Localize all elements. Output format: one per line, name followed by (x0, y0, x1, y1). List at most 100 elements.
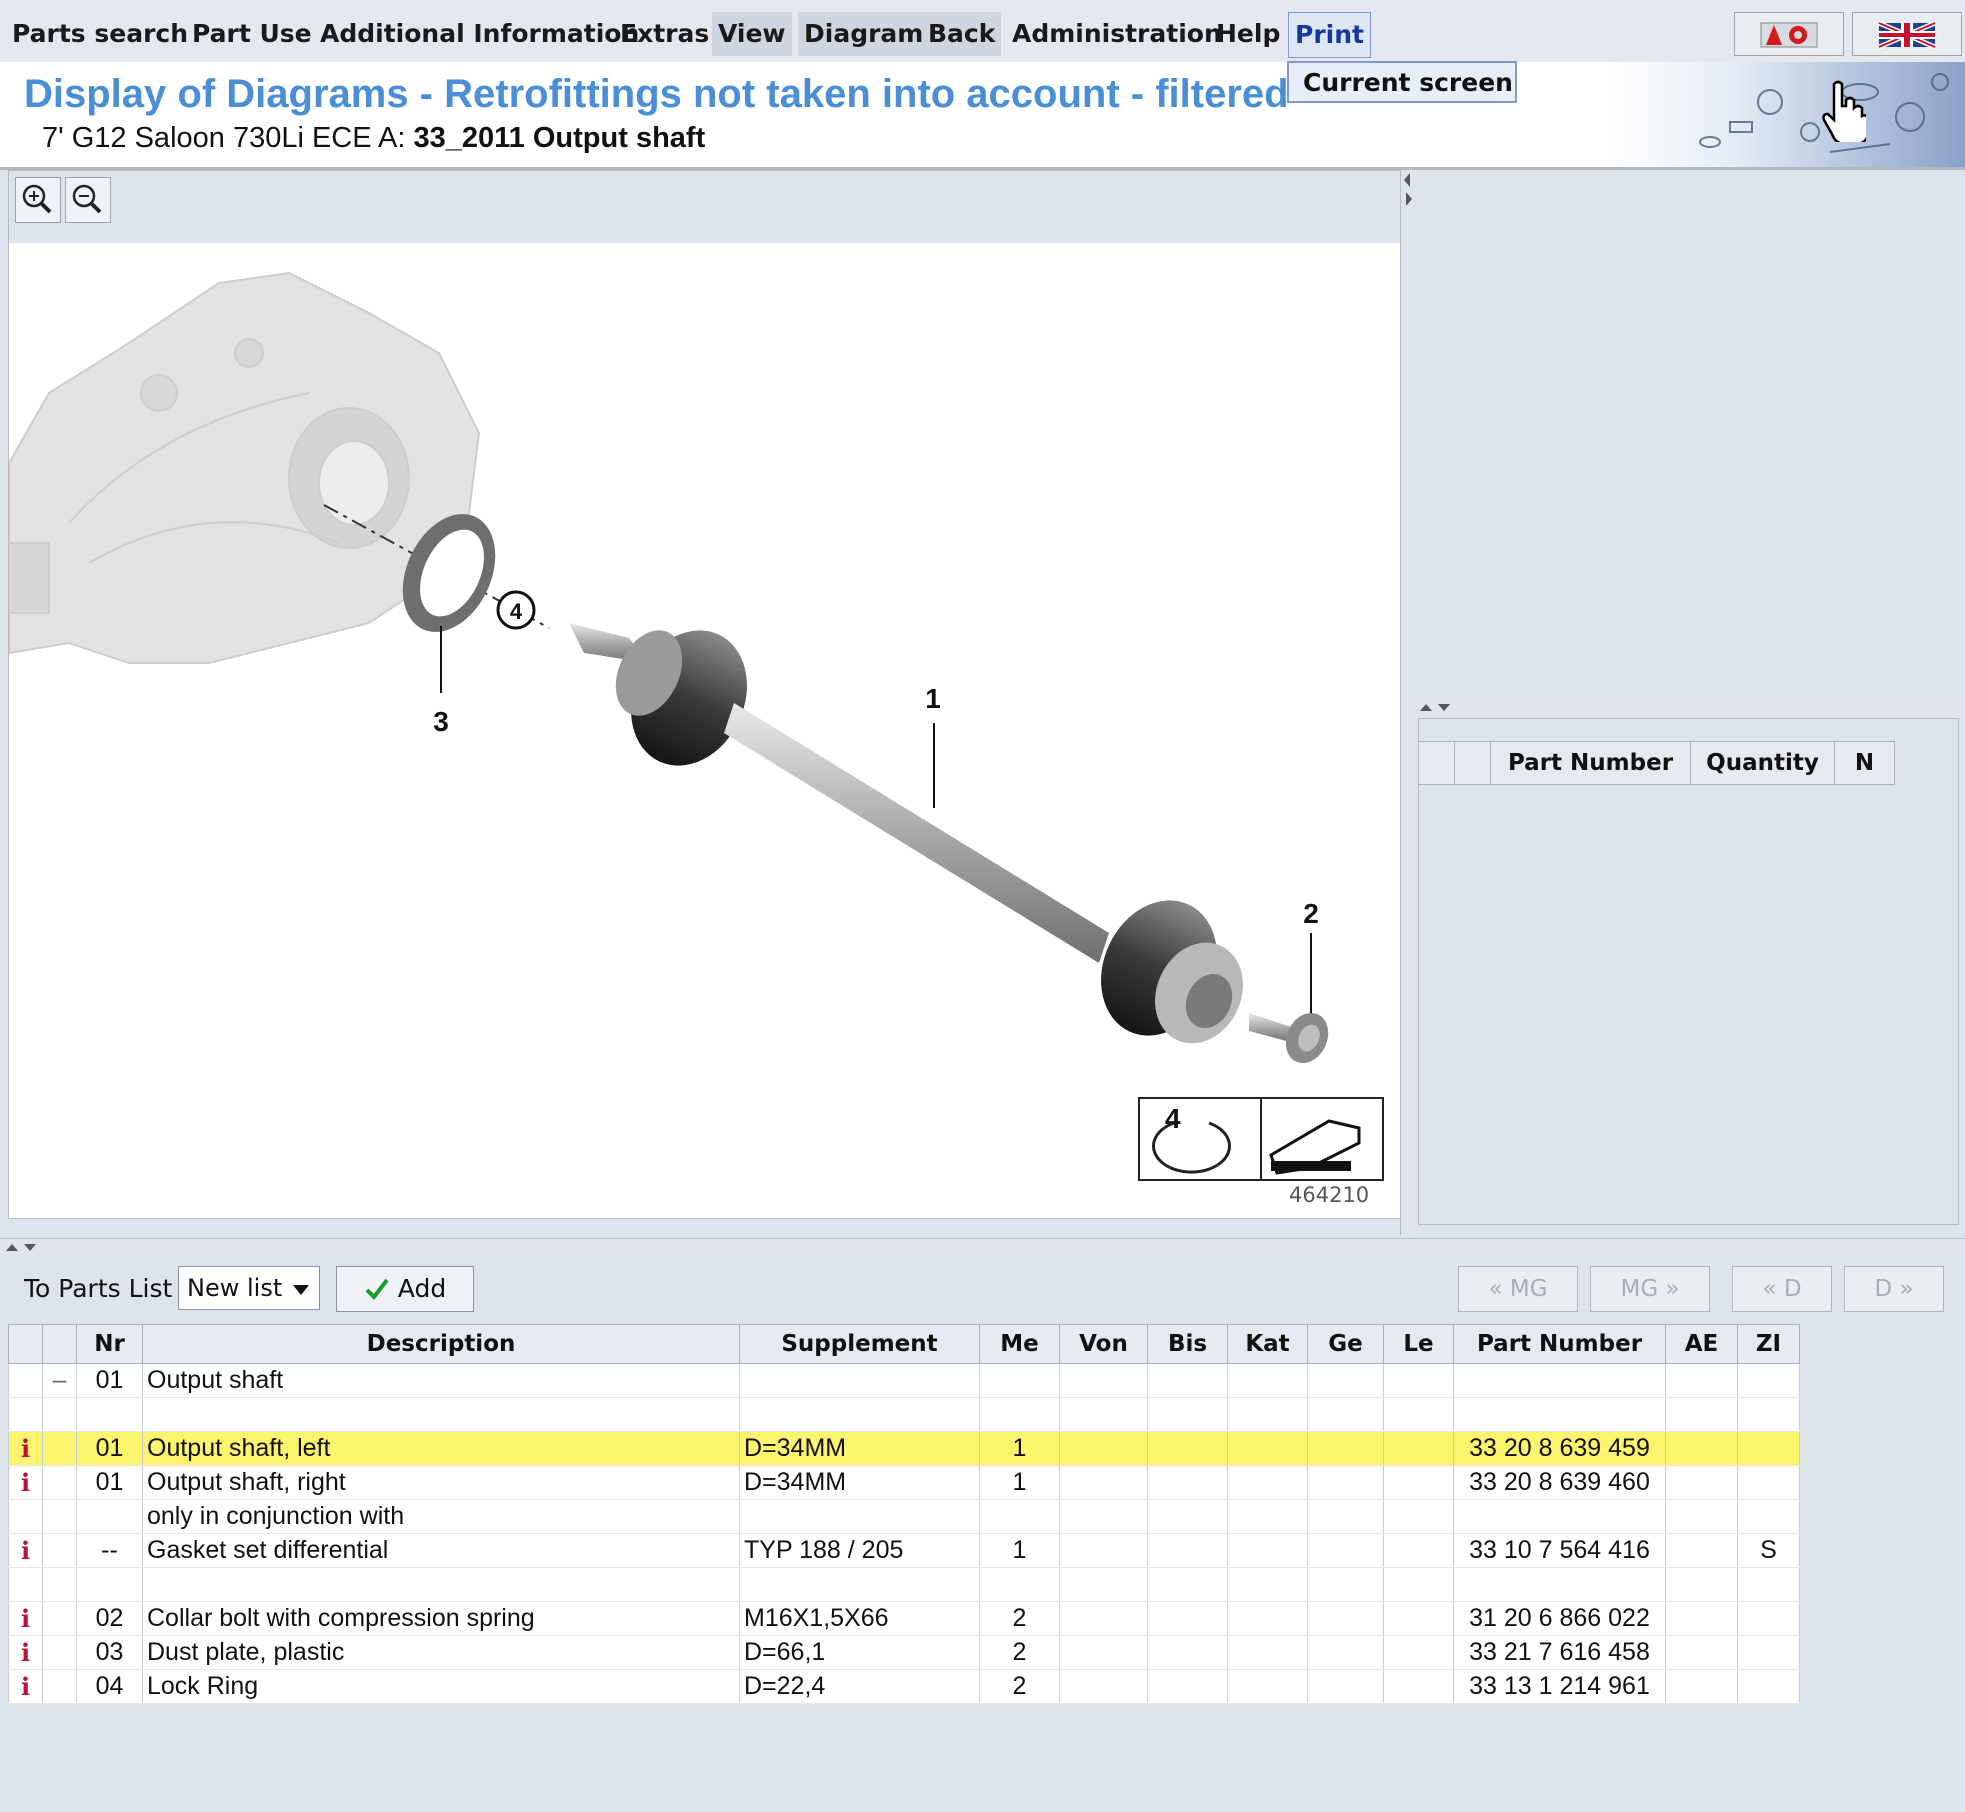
von-cell (1059, 1431, 1148, 1466)
table-row[interactable]: –01 Output shaft (8, 1363, 1800, 1398)
info-cell: i (8, 1635, 43, 1670)
menu-additional-information[interactable]: Additional Information (314, 12, 645, 56)
part-number-cell (1453, 1499, 1666, 1534)
menu-print[interactable]: Print (1288, 12, 1371, 58)
zoom-out-button[interactable] (65, 177, 111, 223)
von-cell (1059, 1635, 1148, 1670)
collar-bolt-part[interactable] (1249, 1006, 1336, 1070)
menu-part-use[interactable]: Part Use (186, 12, 318, 56)
table-row[interactable]: i 03 Dust plate, plastic D=66,1 2 33 21 7 616… (8, 1635, 1800, 1670)
lock-ring-marker-label: 4 (510, 599, 523, 624)
right-splitter[interactable] (1414, 700, 1965, 718)
kat-cell (1227, 1635, 1308, 1670)
info-icon[interactable]: i (21, 1434, 30, 1463)
col-info (8, 1324, 43, 1364)
part-number-cell: 33 20 8 639 459 (1453, 1431, 1666, 1466)
ae-cell (1665, 1397, 1738, 1432)
col-quantity[interactable]: Quantity (1691, 742, 1835, 784)
table-row[interactable]: i 01 Output shaft, left D=34MM 1 33 20 8 639 … (8, 1431, 1800, 1466)
kat-cell (1227, 1465, 1308, 1500)
info-icon[interactable]: i (21, 1468, 30, 1497)
col-supplement[interactable]: Supplement (739, 1324, 980, 1364)
bis-cell (1147, 1397, 1228, 1432)
col-part-number[interactable]: Part Number (1491, 742, 1691, 784)
language-flag-button[interactable] (1852, 12, 1962, 56)
zoom-in-button[interactable] (15, 177, 61, 223)
table-row[interactable]: i -- Gasket set differential TYP 188 / 205 1… (8, 1533, 1800, 1568)
part-number-cell: 33 10 7 564 416 (1453, 1533, 1666, 1568)
hand-cursor-icon (1822, 80, 1866, 142)
ge-cell (1307, 1465, 1384, 1500)
col-ge[interactable]: Ge (1307, 1324, 1384, 1364)
col-kat[interactable]: Kat (1227, 1324, 1308, 1364)
menu-help[interactable]: Help (1210, 12, 1286, 56)
supplement-cell (739, 1499, 980, 1534)
menu-back[interactable]: Back (922, 12, 1002, 56)
description-cell: Output shaft, right (142, 1465, 740, 1500)
prev-main-group-button[interactable]: « MG (1458, 1266, 1578, 1312)
part-number-cell: 31 20 6 866 022 (1453, 1601, 1666, 1636)
le-cell (1383, 1465, 1454, 1500)
prev-diagram-button[interactable]: « D (1732, 1266, 1832, 1312)
menu-administration[interactable]: Administration (1006, 12, 1228, 56)
adm-flag-button[interactable] (1734, 12, 1844, 56)
info-icon[interactable]: i (21, 1672, 30, 1701)
table-row[interactable]: i 01 Output shaft, right D=34MM 1 33 20 8 639… (8, 1465, 1800, 1500)
col-von[interactable]: Von (1059, 1324, 1148, 1364)
info-icon[interactable]: i (21, 1604, 30, 1633)
print-dropdown-current-screen[interactable]: Current screen (1287, 61, 1517, 103)
menu-extras[interactable]: Extras (614, 12, 715, 56)
col-le[interactable]: Le (1383, 1324, 1454, 1364)
page-title: Display of Diagrams - Retrofittings not … (24, 72, 1289, 116)
next-diagram-button[interactable]: D » (1844, 1266, 1944, 1312)
col-n[interactable]: N (1835, 742, 1895, 784)
chevron-down-icon (293, 1285, 309, 1295)
menu-view[interactable]: View (712, 12, 792, 56)
me-cell: 2 (979, 1601, 1060, 1636)
col-blank-2 (1455, 742, 1491, 784)
table-row[interactable] (8, 1567, 1800, 1602)
col-description[interactable]: Description (142, 1324, 740, 1364)
supplement-cell (739, 1567, 980, 1602)
col-blank-1 (1419, 742, 1455, 784)
horizontal-splitter[interactable] (0, 1238, 1965, 1255)
collapse-toggle[interactable]: – (42, 1363, 77, 1398)
add-button[interactable]: Add (336, 1266, 474, 1312)
col-part-number[interactable]: Part Number (1453, 1324, 1666, 1364)
expand-cell (42, 1533, 77, 1568)
next-main-group-button[interactable]: MG » (1590, 1266, 1710, 1312)
col-nr[interactable]: Nr (76, 1324, 143, 1364)
table-row[interactable] (8, 1397, 1800, 1432)
bis-cell (1147, 1601, 1228, 1636)
callout-2[interactable]: 2 (1303, 898, 1319, 929)
table-row[interactable]: i 02 Collar bolt with compression spring M1… (8, 1601, 1800, 1636)
col-ae[interactable]: AE (1665, 1324, 1738, 1364)
zi-cell (1737, 1499, 1800, 1534)
expand-cell (42, 1431, 77, 1466)
me-cell (979, 1397, 1060, 1432)
info-icon[interactable]: i (21, 1638, 30, 1667)
ge-cell (1307, 1499, 1384, 1534)
info-icon[interactable]: i (21, 1536, 30, 1565)
me-cell: 1 (979, 1431, 1060, 1466)
menu-diagram[interactable]: Diagram (798, 12, 930, 56)
output-shaft-part[interactable] (569, 611, 1259, 1058)
zi-cell (1737, 1431, 1800, 1466)
col-zi[interactable]: ZI (1737, 1324, 1800, 1364)
von-cell (1059, 1601, 1148, 1636)
von-cell (1059, 1465, 1148, 1500)
col-bis[interactable]: Bis (1147, 1324, 1228, 1364)
parts-diagram[interactable]: 4 1 2 3 4 (9, 243, 1401, 1218)
table-row[interactable]: only in conjunction with (8, 1499, 1800, 1534)
col-me[interactable]: Me (979, 1324, 1060, 1364)
table-row[interactable]: i 04 Lock Ring D=22,4 2 33 13 1 214 961 (8, 1669, 1800, 1704)
ge-cell (1307, 1567, 1384, 1602)
callout-3[interactable]: 3 (433, 706, 449, 737)
menu-parts-search[interactable]: Parts search (6, 12, 194, 56)
parts-list-select[interactable]: New list (178, 1266, 320, 1310)
supplement-cell (739, 1397, 980, 1432)
me-cell (979, 1499, 1060, 1534)
callout-1[interactable]: 1 (925, 683, 941, 714)
vertical-splitter[interactable] (1400, 170, 1415, 1235)
bis-cell (1147, 1533, 1228, 1568)
